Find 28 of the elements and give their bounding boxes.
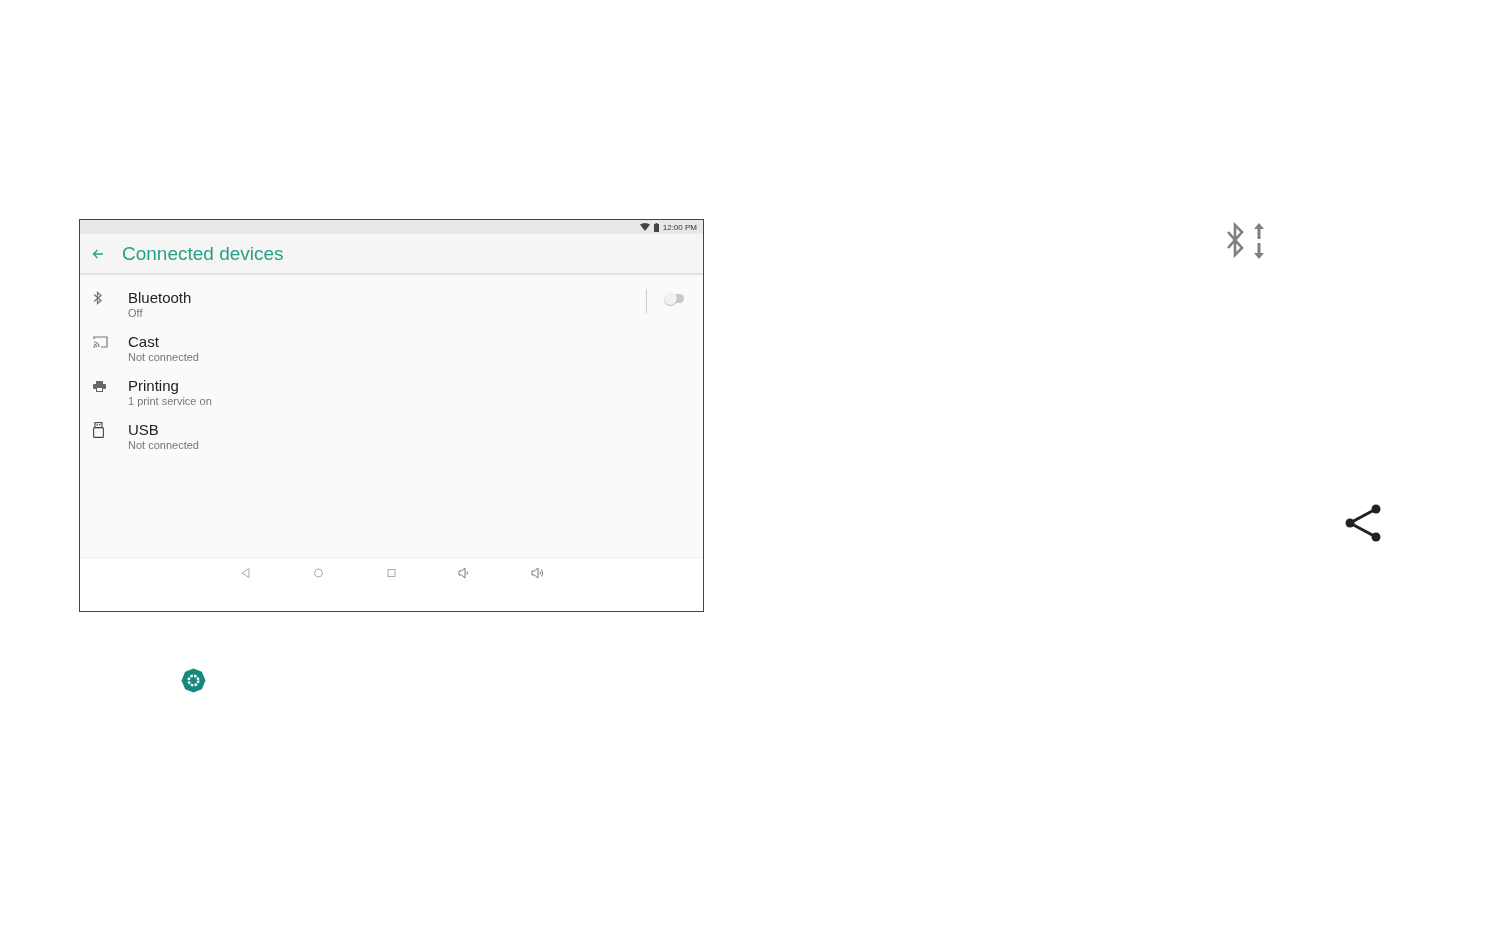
setting-row[interactable]: Bluetooth Off (80, 282, 703, 326)
setting-status: Not connected (128, 439, 200, 452)
setting-title[interactable]: Printing (128, 377, 703, 395)
volume-up-icon[interactable] (530, 566, 545, 580)
setting-row[interactable]: Printing 1 print service on (80, 370, 703, 414)
bluetooth-transfer-icon (1226, 222, 1266, 260)
setting-row[interactable]: USB Not connected (80, 414, 703, 458)
recents-icon[interactable] (384, 566, 399, 580)
home-icon[interactable] (311, 566, 326, 580)
setting-title[interactable]: USB (128, 421, 703, 439)
share-icon (1343, 504, 1383, 544)
back-arrow-icon[interactable] (92, 248, 104, 259)
setting-status: Off (128, 307, 144, 320)
setting-row[interactable]: Cast Not connected (80, 326, 703, 370)
setting-status: Not connected (128, 351, 200, 364)
setting-title[interactable]: Cast (128, 333, 703, 351)
cast-icon (93, 336, 108, 348)
bluetooth-icon (93, 291, 103, 305)
usb-icon (93, 422, 104, 438)
setting-status: 1 print service on (128, 395, 213, 408)
setting-title[interactable]: Bluetooth (128, 289, 646, 307)
wifi-icon (639, 223, 650, 231)
toggle-switch[interactable] (666, 294, 684, 303)
page-title: Connected devices (122, 242, 284, 265)
status-time: 12:00 PM (662, 222, 697, 232)
settings-icon (181, 668, 206, 693)
printer-icon (93, 380, 106, 392)
battery-icon (653, 222, 659, 232)
